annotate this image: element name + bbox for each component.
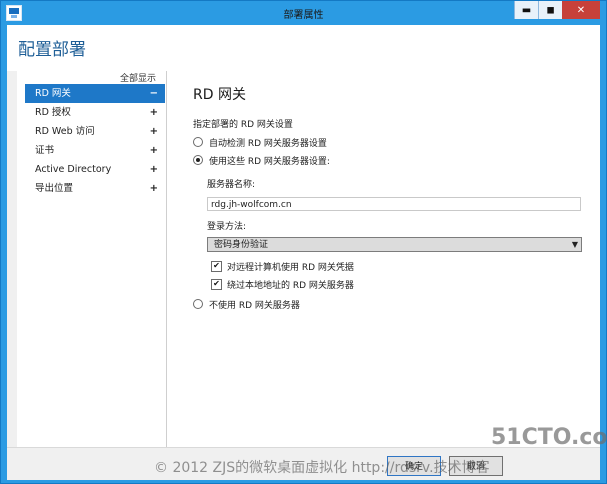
- radio-button[interactable]: [193, 299, 203, 309]
- close-button[interactable]: ✕: [562, 1, 600, 19]
- copyright-watermark: © 2012 ZJS的微软桌面虚拟化 http://rdsrv.技术博客: [154, 460, 490, 476]
- radio-button[interactable]: [193, 137, 203, 147]
- radio-label: 使用这些 RD 网关服务器设置:: [209, 156, 330, 167]
- expand-icon[interactable]: +: [150, 103, 158, 122]
- radio-label: 不使用 RD 网关服务器: [209, 300, 300, 311]
- sidebar-item-rd-licensing[interactable]: RD 授权 +: [25, 103, 165, 122]
- radio-label: 自动检测 RD 网关服务器设置: [209, 138, 327, 149]
- section-title: RD 网关: [193, 87, 246, 103]
- checkbox[interactable]: ✔: [211, 278, 222, 290]
- check-bypass-local[interactable]: ✔ 绕过本地地址的 RD 网关服务器: [211, 277, 354, 291]
- sidebar-nav: RD 网关 − RD 授权 + RD Web 访问 + 证书 + Active …: [25, 84, 165, 198]
- checkbox-label: 绕过本地地址的 RD 网关服务器: [227, 280, 354, 291]
- sidebar-item-export-location[interactable]: 导出位置 +: [25, 179, 165, 198]
- dialog-window: 部署属性 ▬ ◼ ✕ 配置部署 全部显示 RD 网关 − RD 授权 + RD …: [0, 0, 607, 484]
- section-subheading: 指定部署的 RD 网关设置: [193, 120, 293, 130]
- radio-auto-detect[interactable]: 自动检测 RD 网关服务器设置: [193, 135, 327, 149]
- header: 配置部署: [7, 25, 600, 71]
- check-use-credentials[interactable]: ✔ 对远程计算机使用 RD 网关凭据: [211, 259, 354, 273]
- server-name-input[interactable]: rdg.jh-wolfcom.cn: [207, 197, 581, 211]
- page-title: 配置部署: [18, 40, 86, 60]
- sidebar-item-certificates[interactable]: 证书 +: [25, 141, 165, 160]
- show-all-link[interactable]: 全部显示: [120, 71, 156, 84]
- expand-icon[interactable]: +: [150, 141, 158, 160]
- sidebar-item-label: 证书: [35, 145, 55, 156]
- sidebar: 全部显示 RD 网关 − RD 授权 + RD Web 访问 + 证书 + Ac…: [17, 71, 167, 447]
- collapse-icon[interactable]: −: [150, 84, 158, 103]
- title-bar: 部署属性 ▬ ◼ ✕: [1, 1, 606, 25]
- sidebar-item-active-directory[interactable]: Active Directory +: [25, 160, 165, 179]
- sidebar-item-label: RD 网关: [35, 88, 71, 99]
- site-watermark: 51CTO.com: [491, 425, 607, 450]
- server-name-label: 服务器名称:: [207, 180, 256, 190]
- minimize-button[interactable]: ▬: [514, 1, 538, 19]
- radio-no-gateway[interactable]: 不使用 RD 网关服务器: [193, 297, 300, 311]
- checkbox-label: 对远程计算机使用 RD 网关凭据: [227, 262, 354, 273]
- window-controls: ▬ ◼ ✕: [514, 1, 600, 19]
- expand-icon[interactable]: +: [150, 160, 158, 179]
- radio-use-settings[interactable]: 使用这些 RD 网关服务器设置:: [193, 153, 330, 167]
- sidebar-item-label: RD 授权: [35, 107, 71, 118]
- logon-method-label: 登录方法:: [207, 222, 247, 232]
- logon-method-value: 密码身份验证: [214, 240, 269, 250]
- settings-panel: RD 网关 指定部署的 RD 网关设置 自动检测 RD 网关服务器设置 使用这些…: [167, 71, 600, 447]
- sidebar-item-label: RD Web 访问: [35, 126, 95, 137]
- expand-icon[interactable]: +: [150, 179, 158, 198]
- sidebar-item-label: 导出位置: [35, 183, 74, 194]
- sidebar-item-rd-web-access[interactable]: RD Web 访问 +: [25, 122, 165, 141]
- logon-method-select[interactable]: 密码身份验证 ▼: [207, 237, 582, 252]
- maximize-button[interactable]: ◼: [538, 1, 562, 19]
- dropdown-arrow-icon[interactable]: ▼: [572, 238, 578, 252]
- sidebar-item-label: Active Directory: [35, 164, 112, 175]
- radio-button[interactable]: [193, 155, 203, 165]
- checkbox[interactable]: ✔: [211, 260, 222, 272]
- client-area: 配置部署 全部显示 RD 网关 − RD 授权 + RD Web 访问 + 证书: [7, 25, 600, 480]
- sidebar-item-rd-gateway[interactable]: RD 网关 −: [25, 84, 165, 103]
- expand-icon[interactable]: +: [150, 122, 158, 141]
